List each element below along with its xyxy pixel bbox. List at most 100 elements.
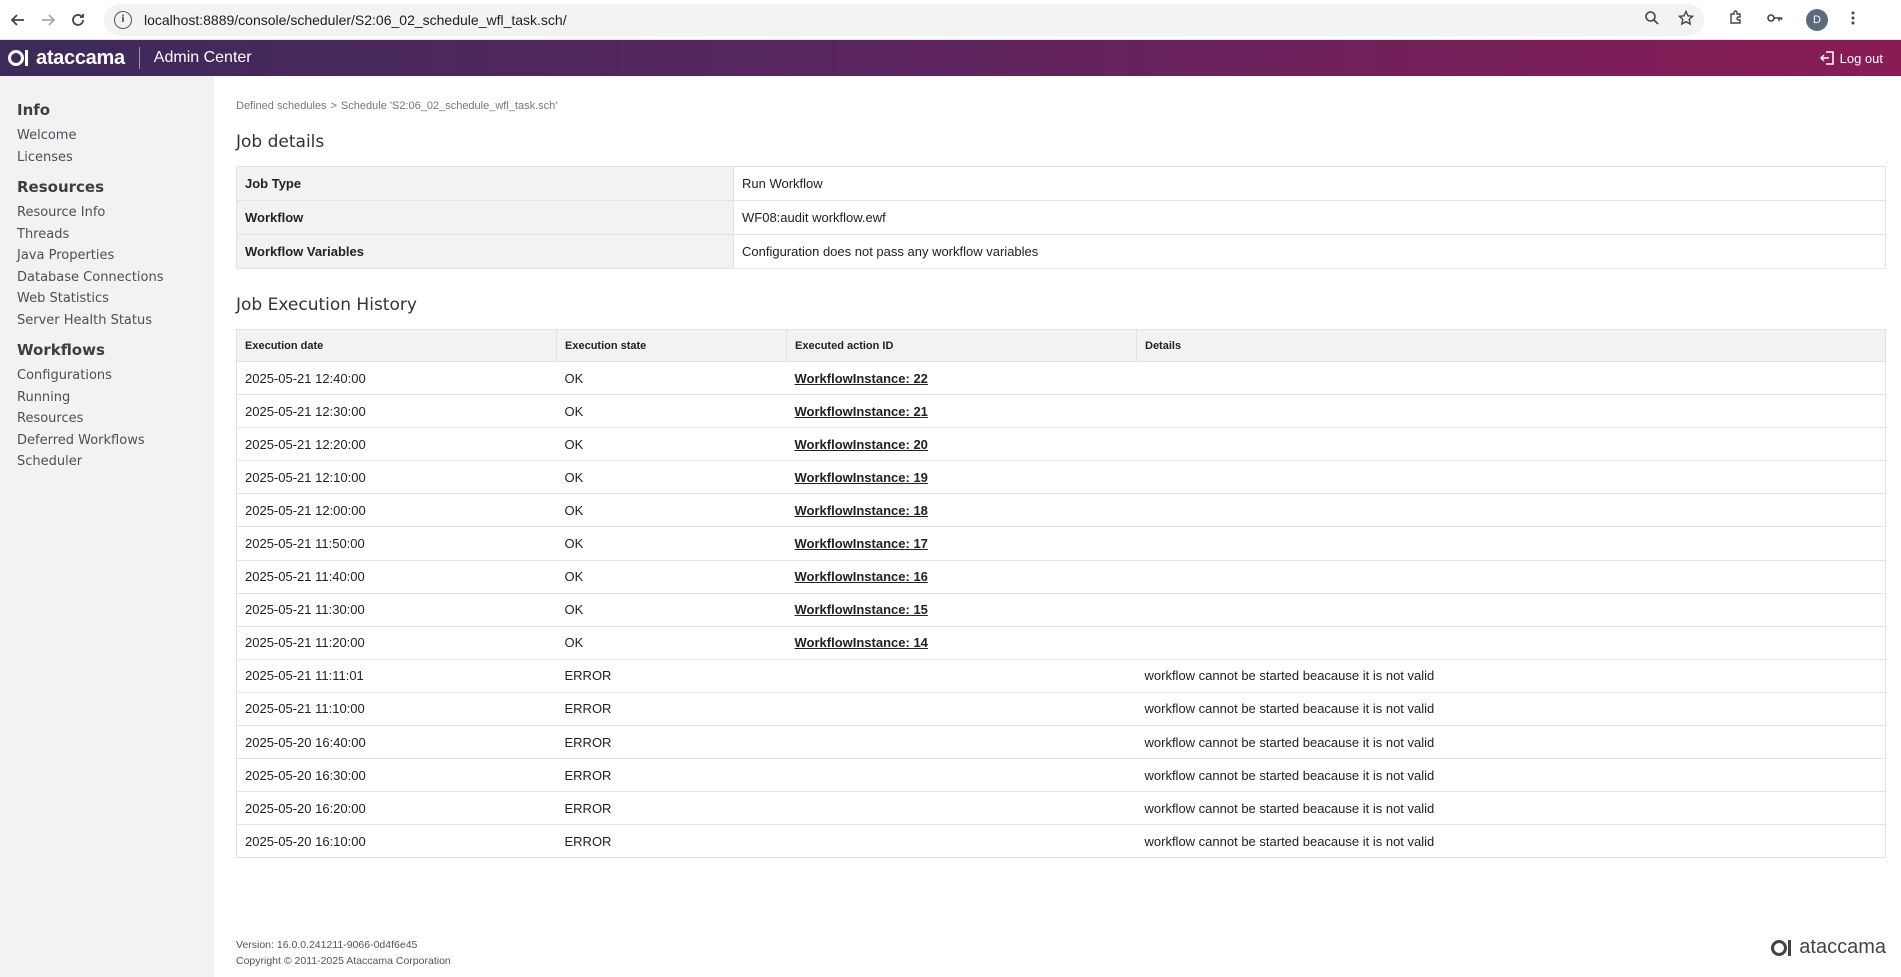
workflow-instance-link[interactable]: WorkflowInstance: 14 — [795, 635, 928, 650]
table-row: 2025-05-20 16:30:00 ERROR workflow cannot … — [236, 758, 1886, 793]
cell-executed-action-id — [786, 791, 1137, 826]
sidebar-item-configurations[interactable]: Configurations — [0, 365, 214, 387]
cell-execution-state: OK — [556, 427, 787, 462]
reload-icon[interactable] — [66, 8, 90, 32]
table-row: 2025-05-20 16:20:00 ERROR workflow cannot … — [236, 791, 1886, 826]
bookmark-star-icon[interactable] — [1677, 9, 1695, 29]
forward-arrow-icon[interactable] — [36, 8, 60, 32]
sidebar-item-resources[interactable]: Resources — [0, 408, 214, 430]
cell-execution-date: 2025-05-20 16:40:00 — [236, 725, 557, 760]
table-row: 2025-05-20 16:10:00 ERROR workflow cannot … — [236, 824, 1886, 859]
detail-value: Configuration does not pass any workflow… — [733, 234, 1886, 269]
sidebar: Info Welcome Licenses Resources Resource… — [0, 76, 214, 977]
cell-execution-date: 2025-05-21 12:30:00 — [236, 394, 557, 429]
cell-execution-date: 2025-05-21 11:30:00 — [236, 592, 557, 627]
cell-details — [1136, 625, 1886, 660]
breadcrumb-separator: > — [330, 100, 337, 112]
password-key-icon[interactable] — [1766, 10, 1784, 29]
cell-executed-action-id — [786, 691, 1137, 727]
cell-executed-action-id: WorkflowInstance: 16 — [786, 559, 1137, 594]
cell-execution-state: OK — [556, 493, 787, 528]
table-row: Workflow Variables Configuration does no… — [236, 234, 1886, 269]
workflow-instance-link[interactable]: WorkflowInstance: 20 — [795, 437, 928, 452]
footer-brand: ataccama — [1799, 936, 1886, 958]
detail-key: Workflow Variables — [236, 234, 734, 269]
table-row: 2025-05-21 11:11:01 ERROR workflow cannot … — [236, 658, 1886, 693]
column-header-execution-state[interactable]: Execution state — [556, 329, 787, 362]
detail-key: Workflow — [236, 200, 734, 235]
cell-execution-date: 2025-05-20 16:20:00 — [236, 791, 557, 826]
cell-executed-action-id — [786, 758, 1137, 793]
cell-executed-action-id — [786, 725, 1137, 760]
workflow-instance-link[interactable]: WorkflowInstance: 19 — [795, 470, 928, 485]
cell-execution-state: ERROR — [556, 658, 787, 693]
cell-execution-date: 2025-05-21 11:10:00 — [236, 691, 557, 727]
brand-name: ataccama — [36, 46, 125, 69]
workflow-instance-link[interactable]: WorkflowInstance: 18 — [795, 503, 928, 518]
zoom-icon[interactable] — [1644, 10, 1660, 29]
back-arrow-icon[interactable] — [6, 8, 30, 32]
cell-execution-date: 2025-05-21 12:40:00 — [236, 360, 557, 396]
app-title: Admin Center — [153, 49, 252, 66]
table-row: 2025-05-20 16:40:00 ERROR workflow cannot … — [236, 725, 1886, 760]
job-execution-history-table: Execution date Execution state Executed … — [236, 329, 1886, 859]
table-row: 2025-05-21 12:10:00 OK WorkflowInstance: 1… — [236, 460, 1886, 495]
sidebar-item-resource-info[interactable]: Resource Info — [0, 202, 214, 224]
workflow-instance-link[interactable]: WorkflowInstance: 16 — [795, 569, 928, 584]
table-row: Job Type Run Workflow — [236, 166, 1886, 201]
sidebar-item-web-statistics[interactable]: Web Statistics — [0, 288, 214, 310]
ataccama-logo-icon — [8, 50, 28, 66]
sidebar-item-running[interactable]: Running — [0, 387, 214, 409]
workflow-instance-link[interactable]: WorkflowInstance: 22 — [795, 371, 928, 386]
column-header-execution-date[interactable]: Execution date — [236, 329, 557, 362]
sidebar-item-database-connections[interactable]: Database Connections — [0, 267, 214, 289]
cell-details — [1136, 526, 1886, 561]
cell-execution-date: 2025-05-21 12:10:00 — [236, 460, 557, 495]
site-info-icon[interactable]: i — [114, 10, 132, 29]
sidebar-heading: Info — [17, 101, 51, 119]
cell-execution-state: ERROR — [556, 758, 787, 793]
sidebar-item-java-properties[interactable]: Java Properties — [0, 245, 214, 267]
job-execution-history-title: Job Execution History — [236, 295, 417, 315]
table-row: 2025-05-21 11:50:00 OK WorkflowInstance: 1… — [236, 526, 1886, 561]
logout-button[interactable]: Log out — [1819, 50, 1883, 66]
cell-details: workflow cannot be started beacause it i… — [1136, 791, 1886, 826]
more-menu-icon[interactable] — [1850, 10, 1856, 29]
cell-execution-state: ERROR — [556, 691, 787, 727]
workflow-instance-link[interactable]: WorkflowInstance: 15 — [795, 602, 928, 617]
table-row: 2025-05-21 12:30:00 OK WorkflowInstance: 2… — [236, 394, 1886, 429]
logout-label: Log out — [1839, 50, 1883, 66]
sidebar-item-deferred-workflows[interactable]: Deferred Workflows — [0, 430, 214, 452]
table-row: 2025-05-21 11:10:00 ERROR workflow cannot … — [236, 691, 1886, 727]
sidebar-item-threads[interactable]: Threads — [0, 224, 214, 246]
column-header-executed-action-id[interactable]: Executed action ID — [786, 329, 1137, 362]
cell-executed-action-id: WorkflowInstance: 14 — [786, 625, 1137, 660]
cell-details: workflow cannot be started beacause it i… — [1136, 758, 1886, 793]
sidebar-item-welcome[interactable]: Welcome — [0, 125, 214, 147]
sidebar-item-server-health-status[interactable]: Server Health Status — [0, 310, 214, 332]
sidebar-item-licenses[interactable]: Licenses — [0, 147, 214, 169]
cell-execution-state: OK — [556, 360, 787, 396]
sidebar-heading: Workflows — [17, 341, 105, 359]
cell-details: workflow cannot be started beacause it i… — [1136, 691, 1886, 727]
copyright-text: Copyright © 2011-2025 Ataccama Corporati… — [236, 955, 451, 967]
ataccama-logo[interactable]: ataccama — [8, 47, 125, 70]
version-text: Version: 16.0.0.241211-9066-0d4f6e45 — [236, 939, 418, 951]
breadcrumb-defined-schedules[interactable]: Defined schedules — [236, 100, 327, 112]
extensions-icon[interactable] — [1728, 10, 1744, 29]
sidebar-item-scheduler[interactable]: Scheduler — [0, 451, 214, 473]
workflow-instance-link[interactable]: WorkflowInstance: 21 — [795, 404, 928, 419]
ataccama-logo-icon — [1771, 939, 1792, 956]
cell-execution-date: 2025-05-20 16:30:00 — [236, 758, 557, 793]
cell-execution-state: OK — [556, 460, 787, 495]
sidebar-heading: Resources — [17, 178, 105, 196]
profile-avatar[interactable]: D — [1806, 8, 1828, 31]
url-text: localhost:8889/console/scheduler/S2:06_0… — [144, 11, 567, 28]
column-header-details[interactable]: Details — [1136, 329, 1886, 362]
cell-details — [1136, 394, 1886, 429]
table-row: 2025-05-21 11:30:00 OK WorkflowInstance: 1… — [236, 592, 1886, 627]
breadcrumb: Defined schedules > Schedule 'S2:06_02_sch… — [236, 100, 1886, 112]
workflow-instance-link[interactable]: WorkflowInstance: 17 — [795, 536, 928, 551]
cell-execution-state: ERROR — [556, 725, 787, 760]
address-bar[interactable]: i localhost:8889/console/scheduler/S2:06… — [104, 3, 1704, 36]
